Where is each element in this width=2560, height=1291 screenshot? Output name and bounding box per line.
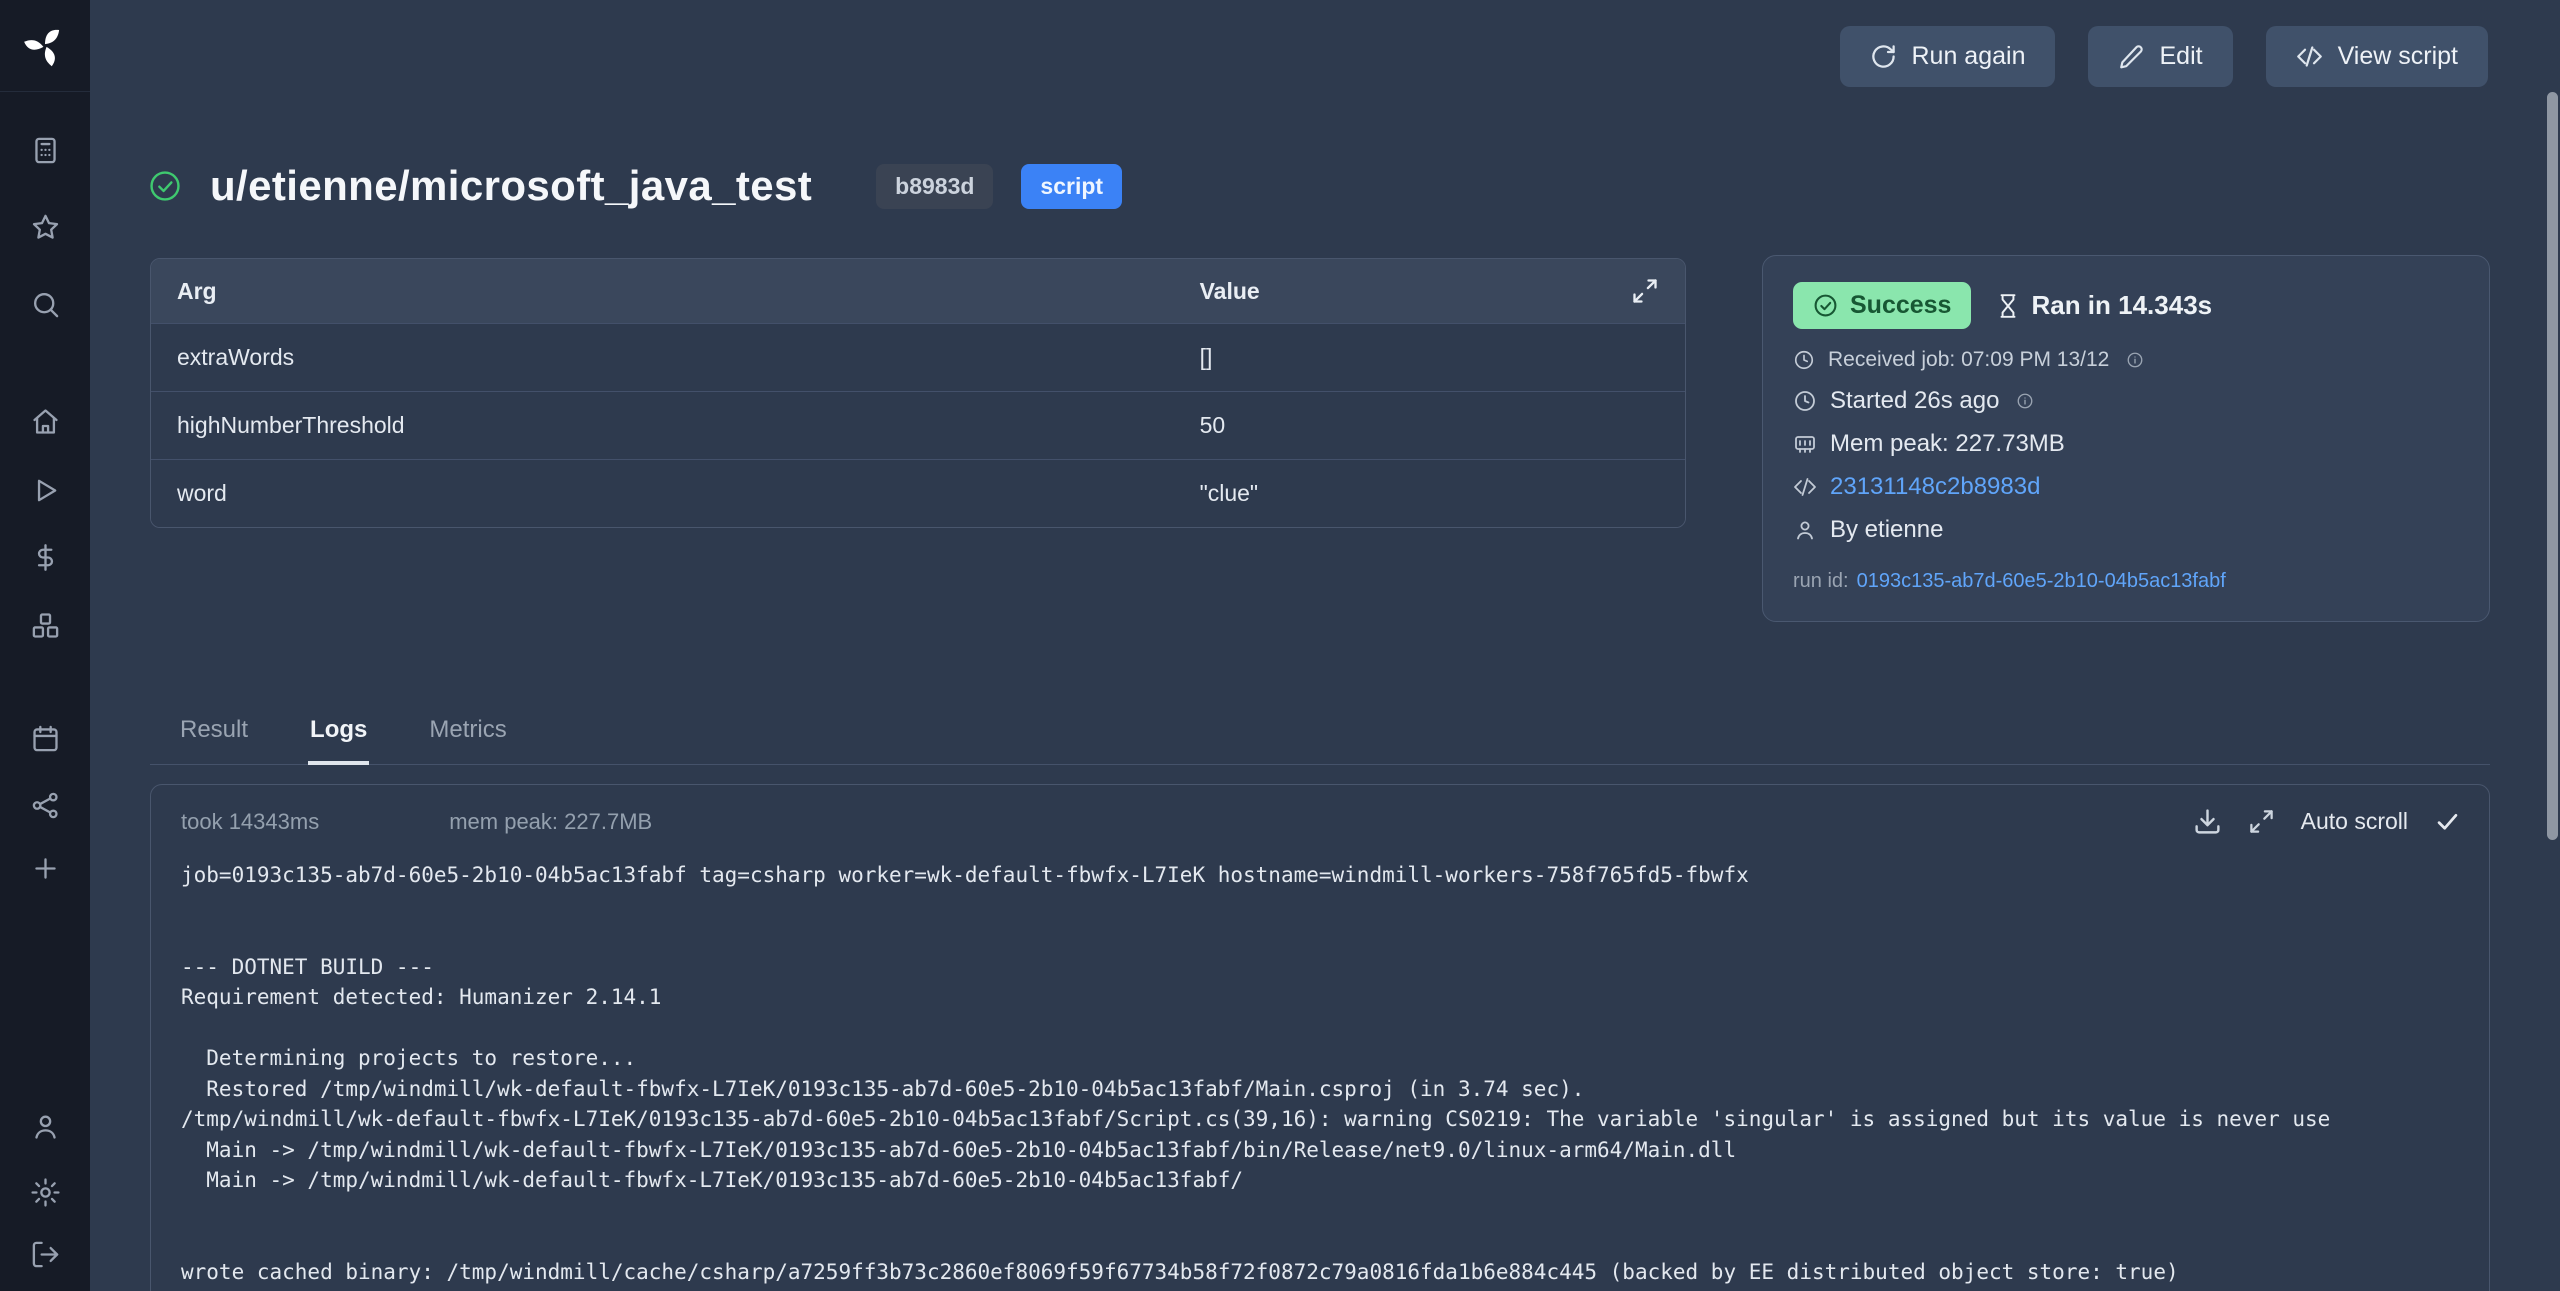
author-text: By etienne	[1830, 516, 1943, 544]
sidebar-item-runs[interactable]	[17, 124, 73, 176]
title-row: u/etienne/microsoft_java_test b8983d scr…	[148, 150, 1122, 222]
expand-args-button[interactable]	[1631, 277, 1659, 305]
calendar-icon	[30, 723, 61, 754]
received-job-text: Received job: 07:09 PM 13/12	[1828, 348, 2109, 372]
clock-icon	[1793, 389, 1817, 413]
sidebar-item-favorites[interactable]	[17, 201, 73, 253]
sidebar-item-add[interactable]	[17, 842, 73, 894]
arg-value: []	[1200, 344, 1659, 371]
mem-peak-text: Mem peak: 227.73MB	[1830, 430, 2065, 458]
hash-badge: b8983d	[876, 164, 993, 209]
table-row: extraWords []	[151, 323, 1685, 391]
action-buttons: Run again Edit View script	[1840, 26, 2489, 87]
run-duration: Ran in 14.343s	[2031, 290, 2212, 321]
plus-icon	[30, 853, 61, 884]
sidebar-item-collapse[interactable]	[17, 1228, 73, 1280]
log-content[interactable]: job=0193c135-ab7d-60e5-2b10-04b5ac13fabf…	[151, 836, 2489, 1291]
page-scrollbar[interactable]	[2546, 0, 2558, 1291]
tab-metrics[interactable]: Metrics	[427, 716, 508, 765]
log-panel: took 14343ms mem peak: 227.7MB Auto scro…	[150, 784, 2490, 1291]
page-title: u/etienne/microsoft_java_test	[210, 162, 812, 210]
code-icon	[2296, 43, 2323, 70]
arg-name: extraWords	[177, 344, 1200, 371]
arg-value: "clue"	[1200, 480, 1659, 507]
table-row: word "clue"	[151, 459, 1685, 527]
dollar-icon	[30, 542, 61, 573]
success-check-icon	[148, 169, 182, 203]
run-again-button[interactable]: Run again	[1840, 26, 2056, 87]
info-icon[interactable]	[2126, 351, 2144, 369]
view-script-label: View script	[2338, 42, 2458, 71]
download-icon	[2193, 807, 2222, 836]
pencil-icon	[2118, 44, 2144, 70]
status-label: Success	[1850, 291, 1951, 320]
code-icon	[1793, 475, 1817, 499]
started-text: Started 26s ago	[1830, 387, 1999, 415]
search-icon	[30, 289, 61, 320]
table-row: highNumberThreshold 50	[151, 391, 1685, 459]
sidebar-item-account[interactable]	[17, 1100, 73, 1152]
log-mem-peak-text: mem peak: 227.7MB	[449, 809, 652, 835]
windmill-logo-icon	[23, 24, 67, 68]
status-badge: Success	[1793, 282, 1971, 329]
view-script-button[interactable]: View script	[2266, 26, 2488, 87]
run-again-label: Run again	[1912, 42, 2026, 71]
arg-column-header: Arg	[177, 278, 1200, 305]
edit-button[interactable]: Edit	[2088, 26, 2232, 87]
edit-label: Edit	[2159, 42, 2202, 71]
run-id-link[interactable]: 0193c135-ab7d-60e5-2b10-04b5ac13fabf	[1857, 570, 2226, 593]
hourglass-icon	[1995, 293, 2021, 319]
args-table-header: Arg Value	[151, 259, 1685, 323]
sidebar-item-jobs[interactable]	[17, 464, 73, 516]
home-icon	[30, 406, 61, 437]
tab-result[interactable]: Result	[178, 716, 250, 765]
check-icon	[2434, 808, 2461, 835]
play-icon	[30, 475, 61, 506]
sidebar	[0, 0, 90, 1291]
user-icon	[30, 1111, 61, 1142]
tab-logs[interactable]: Logs	[308, 716, 369, 765]
maximize-icon	[2248, 808, 2275, 835]
calculator-icon	[30, 135, 61, 166]
logout-arrow-icon	[30, 1239, 61, 1270]
info-icon[interactable]	[2016, 392, 2034, 410]
script-kind-badge[interactable]: script	[1021, 164, 1122, 209]
value-column-header: Value	[1200, 278, 1631, 305]
app-root: Run again Edit View script u/etienne/mic…	[0, 0, 2560, 1291]
sidebar-item-schedules[interactable]	[17, 712, 73, 764]
log-header: took 14343ms mem peak: 227.7MB Auto scro…	[151, 785, 2489, 836]
user-icon	[1793, 518, 1817, 542]
job-status-panel: Success Ran in 14.343s Received job: 07:…	[1762, 255, 2490, 622]
memory-chip-icon	[1793, 432, 1817, 456]
boxes-icon	[30, 610, 61, 641]
arg-name: highNumberThreshold	[177, 412, 1200, 439]
gear-icon	[30, 1177, 61, 1208]
sidebar-item-search[interactable]	[17, 278, 73, 330]
expand-logs-button[interactable]	[2248, 808, 2275, 835]
sidebar-item-resources[interactable]	[17, 599, 73, 651]
refresh-icon	[1870, 43, 1897, 70]
script-hash-link[interactable]: 23131148c2b8983d	[1830, 473, 2040, 501]
run-id-label: run id:	[1793, 570, 1849, 593]
args-table: Arg Value extraWords [] highNumberThresh…	[150, 258, 1686, 528]
maximize-icon	[1631, 277, 1659, 305]
arg-name: word	[177, 480, 1200, 507]
share-nodes-icon	[30, 790, 61, 821]
windmill-logo[interactable]	[0, 0, 90, 92]
arg-value: 50	[1200, 412, 1659, 439]
result-tabs: Result Logs Metrics	[150, 700, 2490, 765]
clock-icon	[1793, 349, 1815, 371]
sidebar-item-variables[interactable]	[17, 531, 73, 583]
download-logs-button[interactable]	[2193, 807, 2222, 836]
star-icon	[30, 212, 61, 243]
sidebar-item-home[interactable]	[17, 395, 73, 447]
auto-scroll-checkbox[interactable]	[2434, 808, 2461, 835]
check-circle-icon	[1813, 293, 1838, 318]
auto-scroll-toggle-label[interactable]: Auto scroll	[2301, 808, 2408, 835]
log-took-text: took 14343ms	[181, 809, 319, 835]
sidebar-item-settings[interactable]	[17, 1166, 73, 1218]
sidebar-item-workers[interactable]	[17, 779, 73, 831]
scrollbar-thumb[interactable]	[2547, 92, 2558, 840]
